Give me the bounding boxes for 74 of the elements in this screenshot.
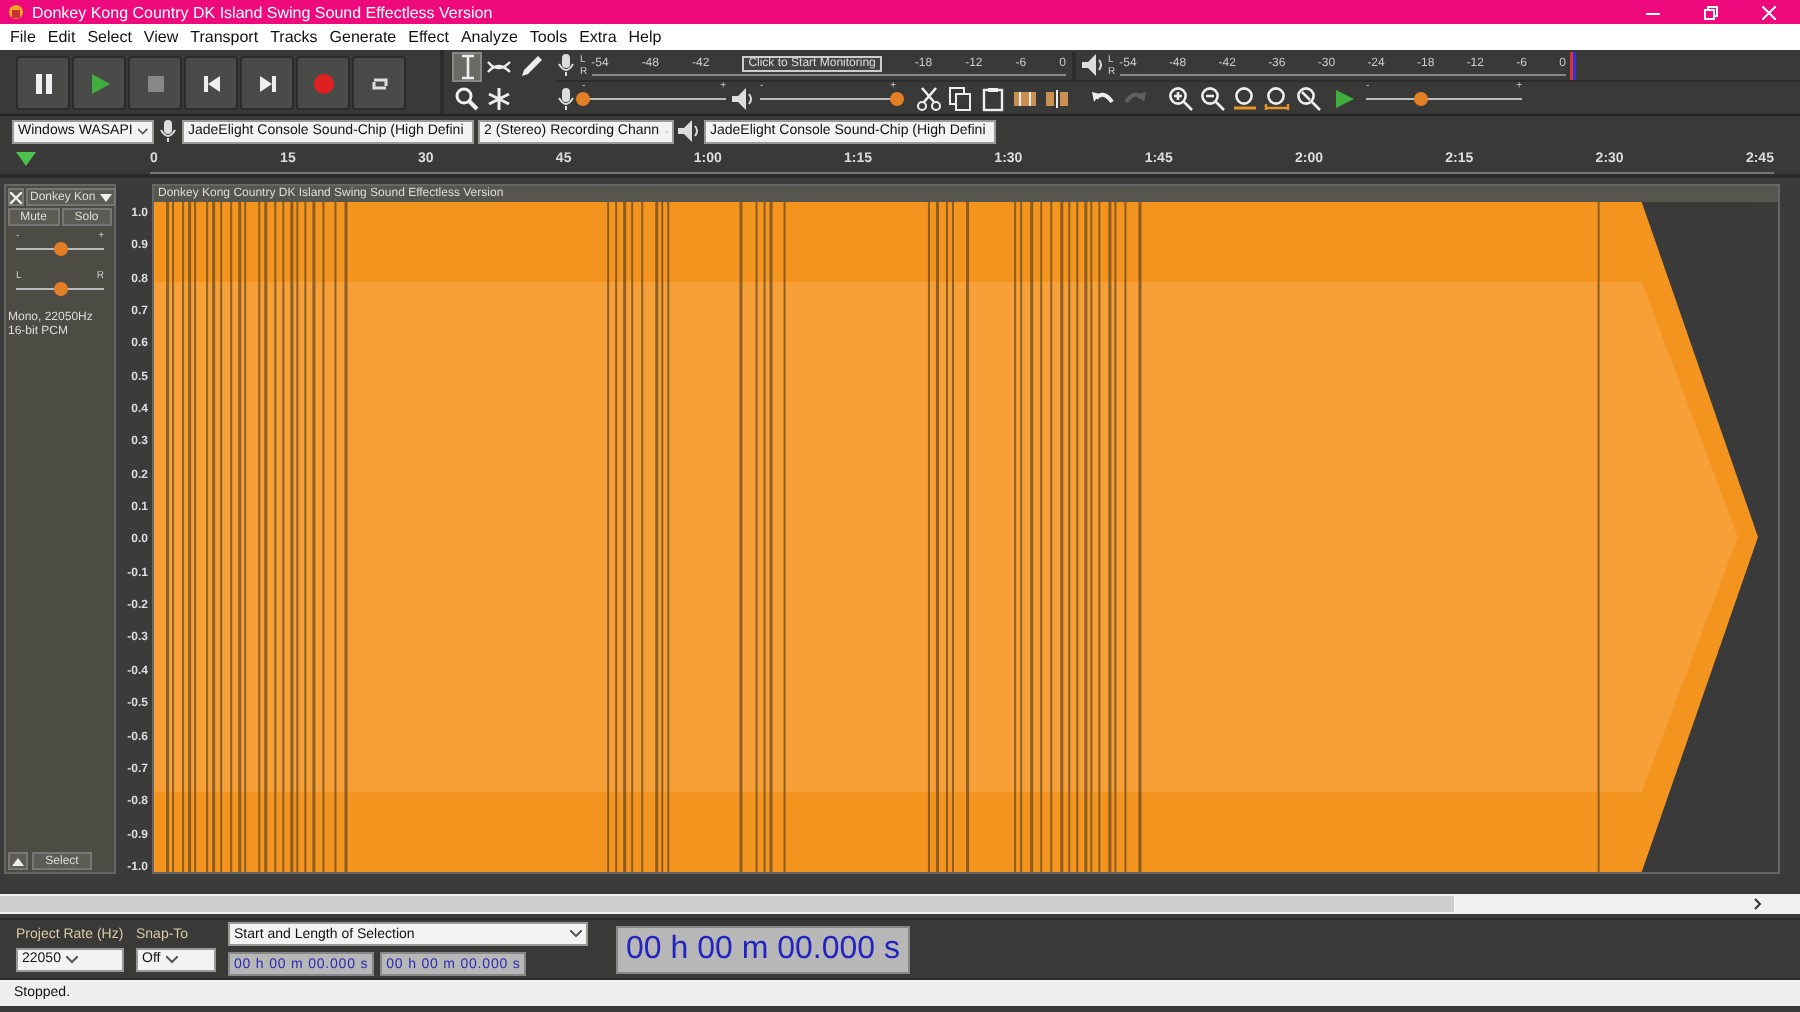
menu-item[interactable]: Tracks xyxy=(264,28,324,46)
pan-thumb[interactable] xyxy=(54,281,68,295)
menu-item[interactable]: Select xyxy=(81,28,138,46)
stop-button[interactable] xyxy=(128,56,182,110)
skip-start-icon xyxy=(199,71,223,95)
magnifier-icon xyxy=(454,86,480,112)
triangle-up-icon xyxy=(12,857,24,865)
clipboard-icon xyxy=(980,85,1006,111)
copy-button[interactable] xyxy=(946,83,976,113)
pencil-tool[interactable] xyxy=(516,52,546,82)
microphone-icon xyxy=(556,87,576,109)
playback-volume-thumb[interactable] xyxy=(890,91,904,105)
scissors-button[interactable] xyxy=(914,83,944,113)
microphone-icon xyxy=(158,120,178,142)
menu-item[interactable]: Generate xyxy=(323,28,403,46)
menu-item[interactable]: Analyze xyxy=(454,28,524,46)
record-icon xyxy=(311,71,335,95)
speaker-icon[interactable] xyxy=(1082,54,1104,76)
zoom-toggle-icon xyxy=(1296,85,1322,111)
zoom-fit-project-button[interactable] xyxy=(1262,83,1292,113)
menu-item[interactable]: Tools xyxy=(523,28,574,46)
pause-icon xyxy=(31,71,55,95)
play-icon xyxy=(1334,87,1356,109)
menu-item[interactable]: Extra xyxy=(573,28,623,46)
window-title: Donkey Kong Country DK Island Swing Sound Effectless Version xyxy=(32,3,495,21)
scissors-icon xyxy=(916,85,942,111)
silence-icon xyxy=(1044,85,1070,111)
restore-icon[interactable] xyxy=(1704,5,1718,19)
microphone-icon[interactable] xyxy=(556,54,576,76)
magnifier-tool[interactable] xyxy=(452,84,482,114)
copy-icon xyxy=(948,85,974,111)
pencil-icon xyxy=(518,54,544,80)
close-icon[interactable] xyxy=(1762,5,1776,19)
clipboard-button[interactable] xyxy=(978,83,1008,113)
audio-position-field[interactable]: 00 h 00 m 00.000 s xyxy=(616,925,910,973)
asterisk-icon xyxy=(486,86,512,112)
zoom-out-icon xyxy=(1200,85,1226,111)
menu-item[interactable]: File xyxy=(4,28,42,46)
menu-item[interactable]: View xyxy=(137,28,185,46)
zoom-fit-project-icon xyxy=(1264,85,1290,111)
menu-item[interactable]: Effect xyxy=(402,28,455,46)
zoom-out-button[interactable] xyxy=(1198,83,1228,113)
skip-end-button[interactable] xyxy=(240,56,294,110)
asterisk-tool[interactable] xyxy=(484,84,514,114)
zoom-toggle-button[interactable] xyxy=(1294,83,1324,113)
i-beam-tool[interactable] xyxy=(452,52,482,82)
play-speed-thumb[interactable] xyxy=(1414,91,1429,105)
speaker-icon xyxy=(732,87,754,109)
loop-button[interactable] xyxy=(352,56,406,110)
play-icon xyxy=(87,71,111,95)
zoom-in-icon xyxy=(1168,85,1194,111)
menu-item[interactable]: Help xyxy=(622,28,668,46)
menu-item[interactable]: Transport xyxy=(184,28,265,46)
play-button[interactable] xyxy=(72,56,126,110)
playhead-icon[interactable] xyxy=(16,152,36,168)
skip-start-button[interactable] xyxy=(184,56,238,110)
speaker-icon xyxy=(678,120,700,142)
gain-thumb[interactable] xyxy=(54,241,68,255)
skip-end-icon xyxy=(255,71,279,95)
recording-volume-thumb[interactable] xyxy=(576,91,590,105)
scroll-right-icon[interactable] xyxy=(1754,898,1762,910)
app-icon xyxy=(8,4,24,20)
close-icon xyxy=(10,191,22,203)
peak-indicator xyxy=(1570,51,1576,79)
zoom-fit-selection-button[interactable] xyxy=(1230,83,1260,113)
collapse-button[interactable] xyxy=(8,852,28,870)
track-close-button[interactable] xyxy=(8,188,24,206)
dropdown-triangle-icon xyxy=(99,193,112,201)
zoom-fit-selection-icon xyxy=(1232,85,1258,111)
pause-button[interactable] xyxy=(16,56,70,110)
scrollbar-thumb[interactable] xyxy=(0,896,1454,912)
zoom-in-button[interactable] xyxy=(1166,83,1196,113)
stop-icon xyxy=(143,71,167,95)
menu-item[interactable]: Edit xyxy=(41,28,82,46)
